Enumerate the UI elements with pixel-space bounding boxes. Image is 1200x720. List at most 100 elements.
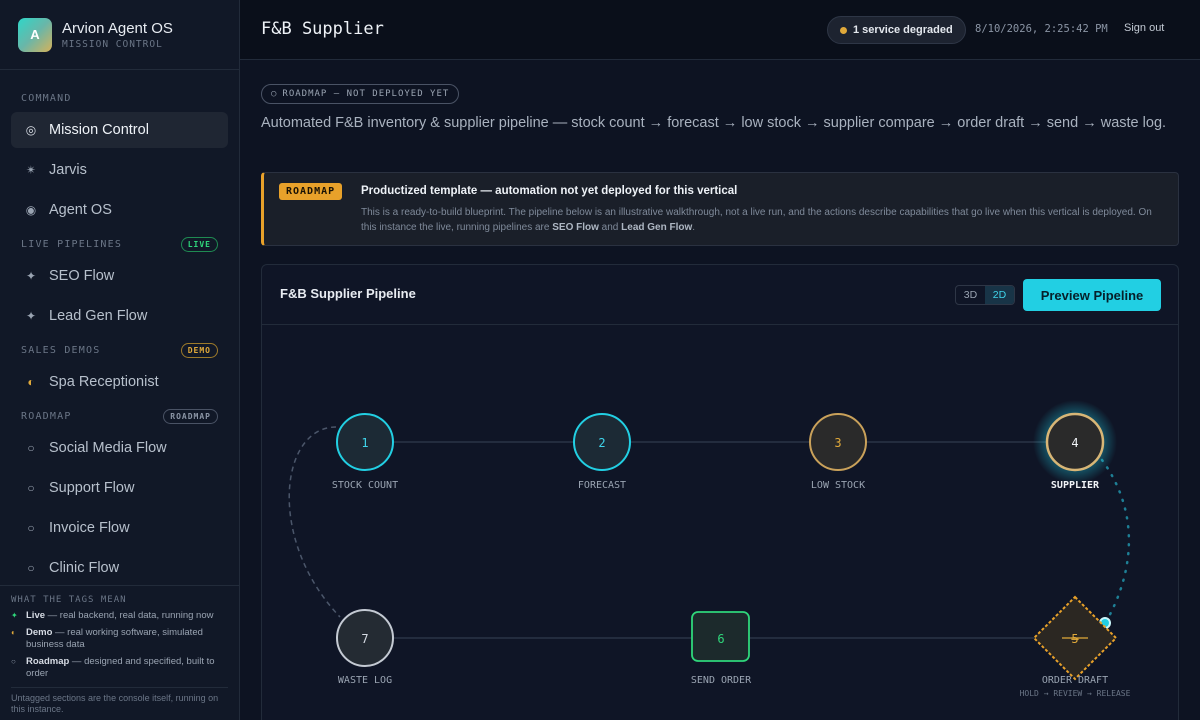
legend-desc: — real backend, real data, running now	[45, 610, 214, 621]
nav-section-roadmap: ROADMAP ROADMAP	[0, 406, 239, 426]
live-tag: LIVE	[180, 236, 218, 252]
circle-icon: ○	[27, 521, 35, 535]
node-label: WASTE LOG	[338, 675, 392, 686]
target-icon: ◎	[25, 123, 37, 137]
node-label: SUPPLIER	[1051, 480, 1100, 491]
sidebar-item-lead-gen-flow[interactable]: ✦ Lead Gen Flow	[11, 298, 228, 334]
circle-icon: ○	[27, 561, 35, 575]
legend-footer: Untagged sections are the console itself…	[11, 687, 228, 715]
sparkle-icon: ✦	[25, 309, 37, 323]
sign-out-button[interactable]: Sign out	[1124, 22, 1164, 34]
sidebar-item-label: Spa Receptionist	[49, 374, 159, 390]
node-label: FORECAST	[578, 480, 626, 491]
banner-text: .	[692, 222, 696, 233]
sidebar-item-label: Agent OS	[49, 202, 112, 218]
sparkle-icon: ✦	[11, 611, 18, 620]
sidebar-item-social-media-flow[interactable]: ○ Social Media Flow	[11, 430, 228, 466]
sidebar-item-label: Invoice Flow	[49, 520, 130, 536]
pipeline-node-send-order[interactable]: 6 SEND ORDER	[691, 611, 752, 686]
roadmap-chip-label: ROADMAP — NOT DEPLOYED YET	[282, 89, 450, 99]
spark-icon: ✴	[25, 163, 37, 177]
circle-icon: ○	[27, 441, 35, 455]
pipeline-description: Automated F&B inventory & supplier pipel…	[261, 115, 1167, 131]
node-number: 6	[717, 632, 724, 646]
seo-flow-link[interactable]: SEO Flow	[552, 222, 599, 233]
sidebar-item-label: Lead Gen Flow	[49, 308, 148, 324]
pipeline-node-stock-count[interactable]: 1 STOCK COUNT	[332, 413, 398, 491]
pipeline-panel: F&B Supplier Pipeline 3D 2D Preview Pipe…	[261, 264, 1179, 720]
pipeline-node-supplier[interactable]: 4 SUPPLIER	[1033, 400, 1117, 491]
legend-row-demo: ◐ Demo — real working software, simulate…	[11, 627, 228, 651]
banner-tag: ROADMAP	[279, 183, 343, 200]
sidebar-item-label: Social Media Flow	[49, 440, 167, 456]
sidebar-item-label: Jarvis	[49, 162, 87, 178]
sidebar-item-label: Support Flow	[49, 480, 135, 496]
circle-icon: ○	[11, 657, 16, 666]
pipeline-node-forecast[interactable]: 2 FORECAST	[573, 413, 631, 491]
brand-logo: A	[18, 17, 52, 52]
legend-term: Roadmap	[26, 656, 70, 667]
nav-section-live: LIVE PIPELINES LIVE	[0, 234, 239, 254]
sidebar-item-mission-control[interactable]: ◎ Mission Control	[11, 112, 228, 148]
pipeline-loop-edge	[288, 426, 346, 618]
status-badge[interactable]: 1 service degraded	[827, 16, 966, 44]
tag-legend: WHAT THE TAGS MEAN ✦ Live — real backend…	[0, 585, 239, 720]
sidebar-item-clinic-flow[interactable]: ○ Clinic Flow	[11, 550, 228, 586]
node-number: 3	[834, 436, 841, 450]
sidebar-item-jarvis[interactable]: ✴ Jarvis	[11, 152, 228, 188]
banner-body: This is a ready-to-build blueprint. The …	[361, 205, 1161, 235]
brand-name: Arvion Agent OS	[62, 19, 173, 37]
top-bar: F&B Supplier 1 service degraded 8/10/202…	[240, 0, 1200, 60]
brand-subtitle: MISSION CONTROL	[62, 38, 163, 50]
legend-row-live: ✦ Live — real backend, real data, runnin…	[11, 610, 228, 622]
node-label: STOCK COUNT	[332, 480, 398, 491]
sidebar: A Arvion Agent OS MISSION CONTROL COMMAN…	[0, 0, 240, 720]
sidebar-item-spa-receptionist[interactable]: ◐ Spa Receptionist	[11, 364, 228, 400]
nav-section-demos: SALES DEMOS DEMO	[0, 340, 239, 360]
node-label: ORDER DRAFT	[1042, 675, 1108, 686]
banner-text: and	[598, 222, 622, 233]
circle-icon: ○	[27, 481, 35, 495]
node-label: LOW STOCK	[811, 480, 865, 491]
node-label: SEND ORDER	[691, 675, 752, 686]
sidebar-item-support-flow[interactable]: ○ Support Flow	[11, 470, 228, 506]
roadmap-banner: ROADMAP Productized template — automatio…	[261, 172, 1179, 246]
brand[interactable]: A Arvion Agent OS MISSION CONTROL	[0, 0, 239, 70]
pipeline-node-waste-log[interactable]: 7 WASTE LOG	[336, 609, 394, 686]
legend-row-roadmap: ○ Roadmap — designed and specified, buil…	[11, 656, 228, 680]
pipeline-graph: 1 STOCK COUNT 2 FORECAST 3 LOW STOCK 4 S…	[288, 400, 1131, 698]
node-number: 4	[1071, 436, 1078, 450]
node-number: 7	[361, 632, 368, 646]
roadmap-chip: ○ ROADMAP — NOT DEPLOYED YET	[261, 84, 460, 104]
section-label: COMMAND	[21, 92, 72, 104]
circle-icon: ○	[271, 89, 278, 99]
pipeline-node-low-stock[interactable]: 3 LOW STOCK	[809, 413, 867, 491]
sidebar-item-label: Clinic Flow	[49, 560, 120, 576]
node-number: 5	[1071, 632, 1078, 646]
section-label: ROADMAP	[21, 410, 72, 422]
legend-term: Live	[26, 610, 46, 621]
half-circle-icon: ◐	[11, 628, 16, 637]
legend-term: Demo	[26, 627, 53, 638]
status-text: 1 service degraded	[853, 24, 953, 36]
node-number: 2	[598, 436, 605, 450]
banner-title: Productized template — automation not ye…	[361, 185, 738, 197]
sidebar-item-label: Mission Control	[49, 122, 149, 138]
pipeline-node-order-draft[interactable]: 5 ORDER DRAFT HOLD → REVIEW → RELEASE	[1020, 595, 1131, 698]
page-title: F&B Supplier	[261, 19, 384, 39]
node-sublabel: HOLD → REVIEW → RELEASE	[1020, 689, 1131, 698]
sidebar-item-agent-os[interactable]: ◉ Agent OS	[11, 192, 228, 228]
nav-section-command: COMMAND	[0, 88, 239, 108]
sidebar-item-seo-flow[interactable]: ✦ SEO Flow	[11, 258, 228, 294]
lead-gen-flow-link[interactable]: Lead Gen Flow	[621, 222, 692, 233]
banner-text: This is a ready-to-build blueprint. The …	[361, 207, 1152, 233]
roadmap-tag: ROADMAP	[163, 408, 218, 424]
pipeline-flow-edge	[1100, 458, 1131, 622]
legend-title: WHAT THE TAGS MEAN	[11, 595, 127, 605]
section-label: SALES DEMOS	[21, 344, 101, 356]
radio-icon: ◉	[25, 203, 37, 217]
legend-desc: — real working software, simulated busin…	[26, 627, 203, 650]
node-number: 1	[361, 436, 368, 450]
sparkle-icon: ✦	[25, 269, 37, 283]
sidebar-item-invoice-flow[interactable]: ○ Invoice Flow	[11, 510, 228, 546]
